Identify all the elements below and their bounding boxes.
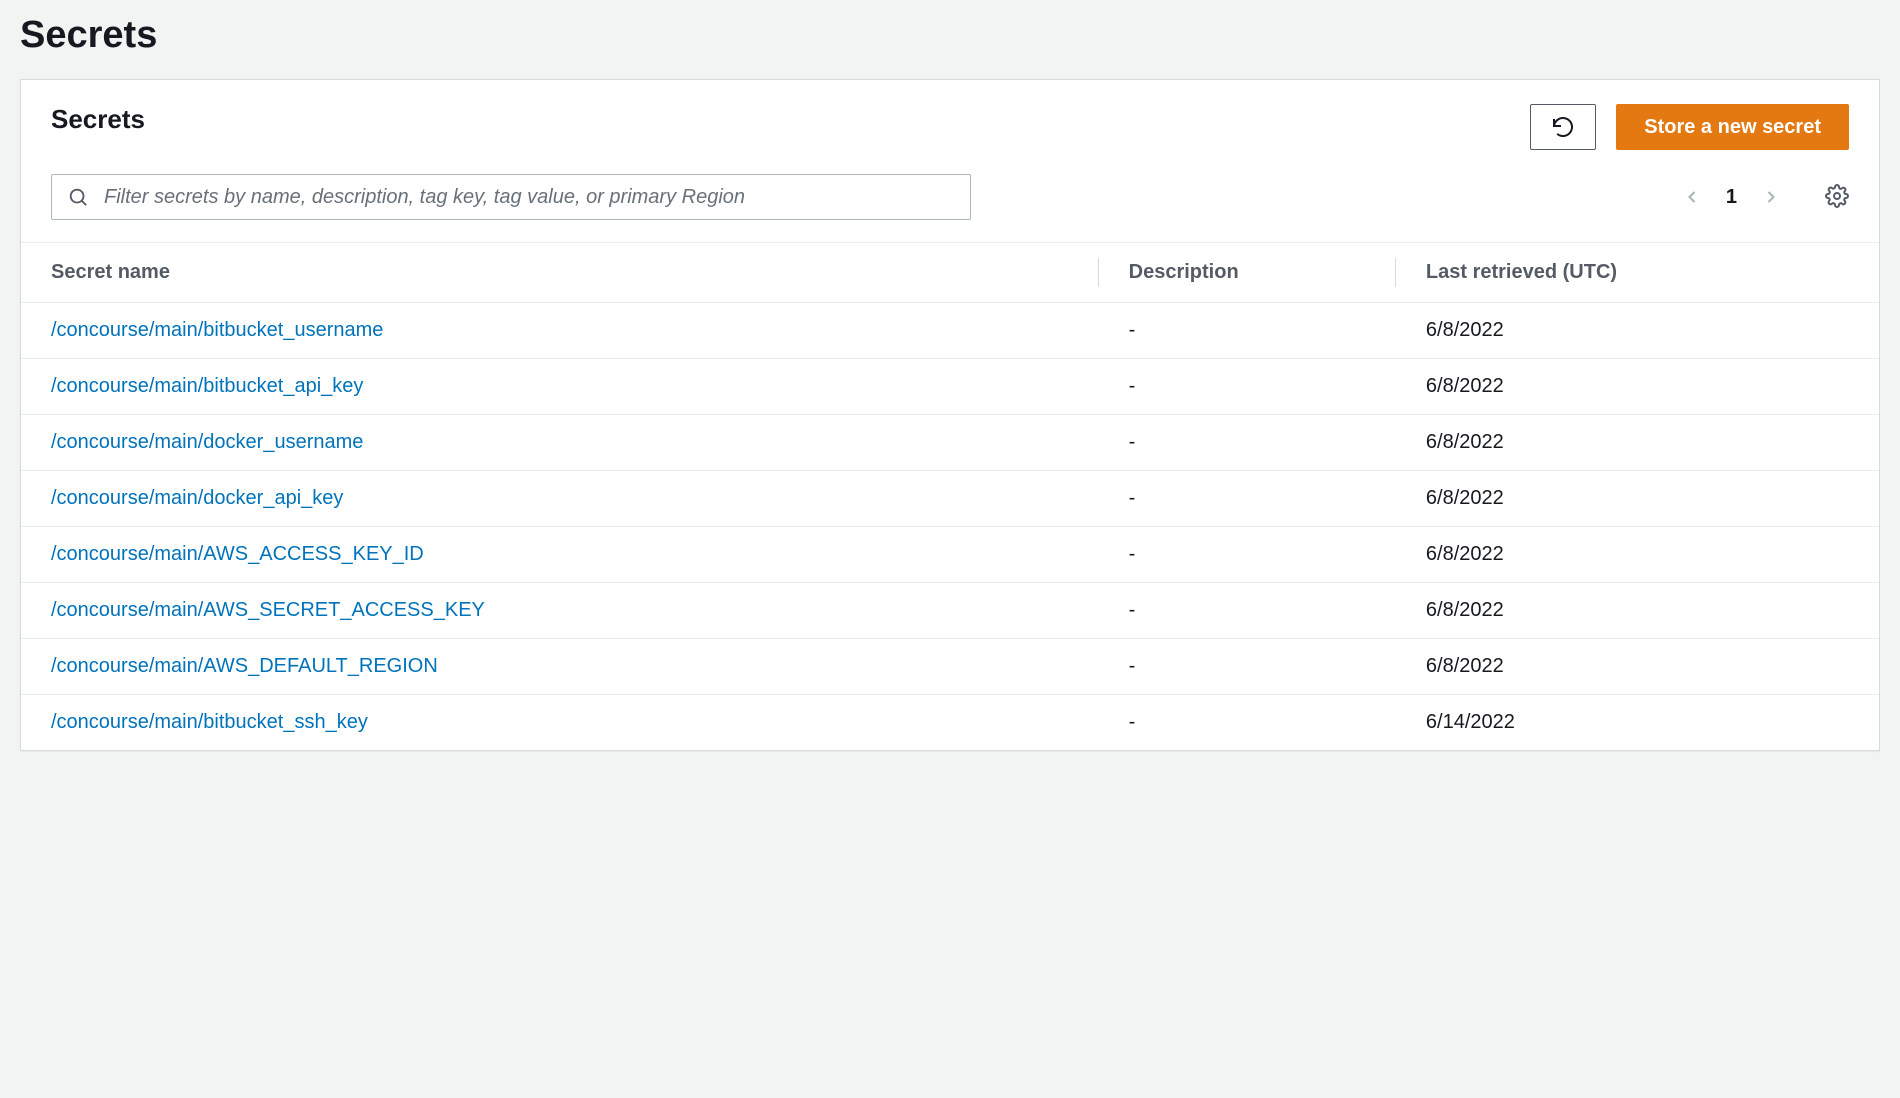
refresh-icon [1551, 115, 1575, 139]
secret-description: - [1099, 303, 1396, 359]
secret-last-retrieved: 6/8/2022 [1396, 359, 1879, 415]
chevron-left-icon [1682, 187, 1702, 207]
chevron-right-icon [1761, 187, 1781, 207]
secrets-table: Secret name Description Last retrieved (… [21, 242, 1879, 750]
refresh-button[interactable] [1530, 104, 1596, 150]
secret-last-retrieved: 6/8/2022 [1396, 639, 1879, 695]
search-box [51, 174, 971, 220]
gear-icon [1825, 184, 1849, 208]
secret-description: - [1099, 471, 1396, 527]
secret-name-link[interactable]: /concourse/main/bitbucket_ssh_key [51, 711, 368, 733]
secret-last-retrieved: 6/8/2022 [1396, 527, 1879, 583]
secret-last-retrieved: 6/8/2022 [1396, 303, 1879, 359]
secret-name-link[interactable]: /concourse/main/docker_api_key [51, 487, 343, 509]
table-row: /concourse/main/AWS_ACCESS_KEY_ID -6/8/20… [21, 527, 1879, 583]
pagination: 1 [1682, 184, 1849, 211]
table-row: /concourse/main/AWS_DEFAULT_REGION -6/8/2… [21, 639, 1879, 695]
secrets-panel: Secrets Store a new secret 1 [20, 79, 1880, 751]
secret-description: - [1099, 359, 1396, 415]
page-number: 1 [1726, 186, 1737, 209]
secret-description: - [1099, 695, 1396, 751]
panel-title: Secrets [51, 104, 145, 135]
next-page-button[interactable] [1761, 187, 1781, 207]
search-input[interactable] [51, 174, 971, 220]
secret-last-retrieved: 6/8/2022 [1396, 471, 1879, 527]
column-header-description[interactable]: Description [1099, 243, 1396, 303]
secret-description: - [1099, 639, 1396, 695]
search-icon [67, 186, 89, 208]
secret-description: - [1099, 583, 1396, 639]
table-row: /concourse/main/bitbucket_api_key -6/8/20… [21, 359, 1879, 415]
table-header-row: Secret name Description Last retrieved (… [21, 243, 1879, 303]
secret-last-retrieved: 6/14/2022 [1396, 695, 1879, 751]
store-new-secret-button[interactable]: Store a new secret [1616, 104, 1849, 150]
secret-name-link[interactable]: /concourse/main/AWS_ACCESS_KEY_ID [51, 543, 424, 565]
page-title: Secrets [20, 0, 1880, 79]
filter-row: 1 [21, 150, 1879, 242]
table-row: /concourse/main/docker_username -6/8/2022 [21, 415, 1879, 471]
table-row: /concourse/main/docker_api_key -6/8/2022 [21, 471, 1879, 527]
column-header-name[interactable]: Secret name [21, 243, 1099, 303]
table-row: /concourse/main/bitbucket_ssh_key -6/14/2… [21, 695, 1879, 751]
column-header-last-retrieved[interactable]: Last retrieved (UTC) [1396, 243, 1879, 303]
settings-button[interactable] [1825, 184, 1849, 211]
secret-name-link[interactable]: /concourse/main/bitbucket_api_key [51, 375, 363, 397]
secret-last-retrieved: 6/8/2022 [1396, 415, 1879, 471]
secret-description: - [1099, 415, 1396, 471]
secret-name-link[interactable]: /concourse/main/AWS_SECRET_ACCESS_KEY [51, 599, 485, 621]
prev-page-button[interactable] [1682, 187, 1702, 207]
secret-name-link[interactable]: /concourse/main/docker_username [51, 431, 363, 453]
table-row: /concourse/main/bitbucket_username -6/8/2… [21, 303, 1879, 359]
secret-name-link[interactable]: /concourse/main/AWS_DEFAULT_REGION [51, 655, 438, 677]
secret-name-link[interactable]: /concourse/main/bitbucket_username [51, 319, 383, 341]
secret-last-retrieved: 6/8/2022 [1396, 583, 1879, 639]
header-actions: Store a new secret [1530, 104, 1849, 150]
table-row: /concourse/main/AWS_SECRET_ACCESS_KEY -6/… [21, 583, 1879, 639]
secret-description: - [1099, 527, 1396, 583]
panel-header: Secrets Store a new secret [21, 80, 1879, 150]
